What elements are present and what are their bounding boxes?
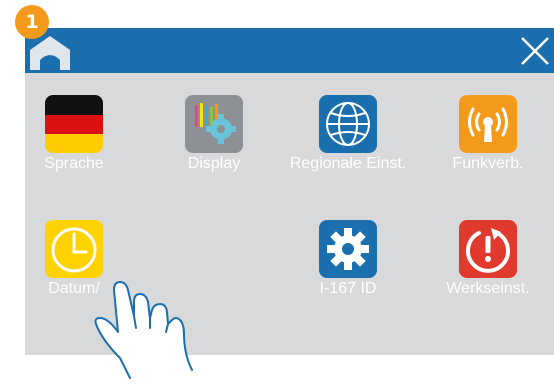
close-button[interactable] [514,28,554,73]
tile-label: Sprache [44,155,104,172]
tile-werkseinst[interactable]: Werkseinst. [440,198,536,318]
tile-label: Werkseinst. [446,280,530,297]
wireless-signal-icon [459,95,517,153]
close-icon [521,37,549,65]
german-flag-icon [45,95,103,153]
step-number-badge: 1 [15,5,49,39]
tile-label: Display [187,155,241,172]
tile-label: Regionale Einst. [289,155,407,172]
tap-hand-icon [94,281,193,379]
tile-regionale-einst[interactable]: Regionale Einst. [290,73,406,193]
factory-reset-icon [459,220,517,278]
globe-icon [319,95,377,153]
tile-sprache[interactable]: Sprache [26,73,122,193]
title-bar [25,28,554,73]
gear-icon [319,220,377,278]
tile-label: Funkverb. [452,155,524,172]
tile-i167-id[interactable]: I-167 ID [300,198,396,318]
display-settings-icon [185,95,243,153]
tile-label: I-167 ID [319,280,377,297]
tile-display[interactable]: Display [166,73,262,193]
tile-funkverb[interactable]: Funkverb. [440,73,536,193]
